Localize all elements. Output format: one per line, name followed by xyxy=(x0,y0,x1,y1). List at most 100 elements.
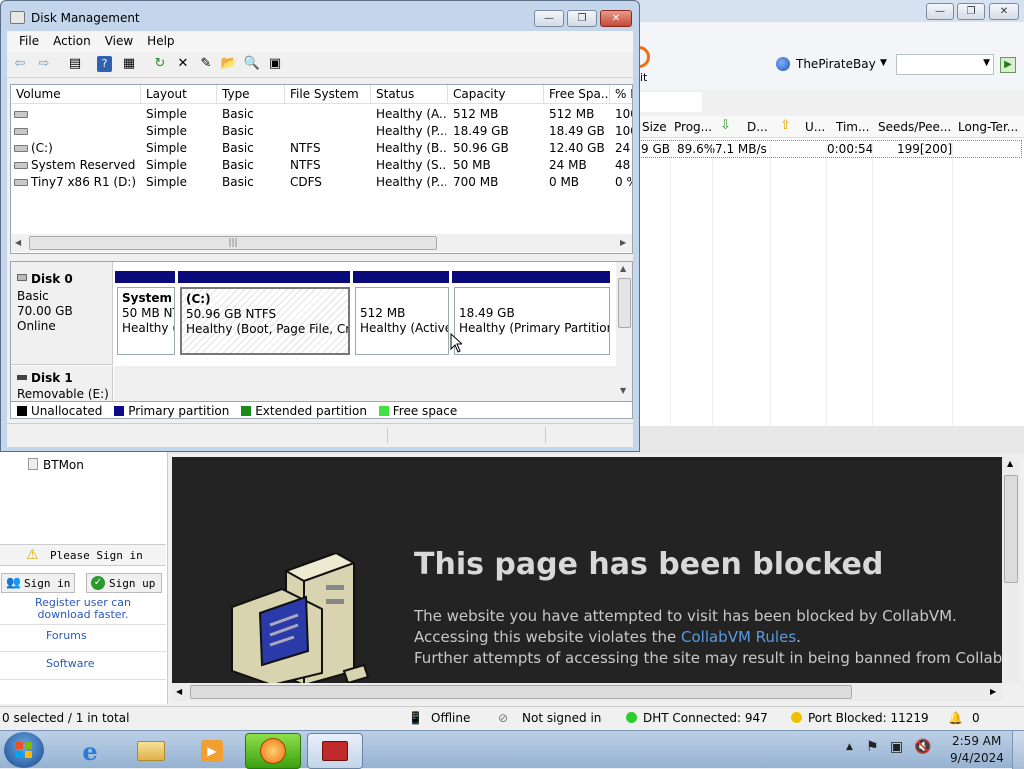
removable-disk-icon xyxy=(17,375,27,380)
forward-icon[interactable]: ⇨ xyxy=(35,55,53,73)
blocked-page-vscrollbar[interactable]: ▲ xyxy=(1002,457,1020,683)
menu-view[interactable]: View xyxy=(105,34,133,48)
volume-muted-icon[interactable]: 🔇 xyxy=(914,739,931,755)
scroll-down-icon[interactable]: ▼ xyxy=(620,386,626,395)
maximize-button[interactable]: ❐ xyxy=(567,10,597,27)
menu-help[interactable]: Help xyxy=(147,34,174,48)
clock-time[interactable]: 2:59 AM xyxy=(952,734,1001,748)
col-capacity[interactable]: Capacity xyxy=(448,85,544,103)
properties-pane-icon[interactable]: ▦ xyxy=(120,55,138,73)
bt-filter-field[interactable] xyxy=(636,92,702,112)
col-up[interactable]: U... xyxy=(805,120,825,134)
collabvm-rules-link[interactable]: CollabVM Rules xyxy=(681,628,796,646)
table-cell: Healthy (P... xyxy=(376,124,446,138)
col-seeds[interactable]: Seeds/Pee... xyxy=(878,120,951,134)
disk0-label-panel[interactable]: Disk 0 Basic 70.00 GB Online xyxy=(11,262,113,365)
bt-toolbar-it-label: it xyxy=(640,71,648,84)
scroll-thumb[interactable] xyxy=(618,278,631,328)
network-icon[interactable]: ▣ xyxy=(890,739,903,755)
scroll-left-icon[interactable]: ◀ xyxy=(15,238,21,247)
toolbar: ⇦ ⇨ ▤ ? ▦ ↻ ✕ ✎ 📂 🔍 ▣ xyxy=(7,52,633,78)
disk1-type: Removable (E:) xyxy=(17,387,109,401)
scroll-right-icon[interactable]: ▶ xyxy=(620,238,626,247)
col-layout[interactable]: Layout xyxy=(141,85,217,103)
disk0-state: Online xyxy=(17,319,56,333)
search-go-button[interactable]: ▶ xyxy=(1000,57,1016,73)
rescan-icon[interactable]: ▣ xyxy=(266,55,284,73)
table-row[interactable]: Simple Basic Healthy (P... 18.49 GB 18.49 GB… xyxy=(11,123,632,140)
scroll-up-icon[interactable]: ▲ xyxy=(620,264,626,273)
col-progress[interactable]: Prog... xyxy=(674,120,712,134)
taskbar-bittorrent-button[interactable] xyxy=(245,733,301,769)
volume-list-hscrollbar[interactable]: ◀ ||| ▶ xyxy=(11,234,632,252)
table-row[interactable]: Tiny7 x86 R1 (D:) Simple Basic CDFS Healthy … xyxy=(11,174,632,191)
legend-unallocated: Unallocated xyxy=(17,404,102,418)
refresh-icon[interactable]: ↻ xyxy=(151,55,169,73)
partition-system-reserved[interactable]: System I 50 MB NT Healthy ( xyxy=(117,287,175,355)
col-time[interactable]: Tim... xyxy=(836,120,869,134)
col-long-term[interactable]: Long-Ter... xyxy=(958,120,1018,134)
taskbar-media-player-button[interactable]: ▶ xyxy=(184,733,240,769)
table-row[interactable]: (C:) Simple Basic NTFS Healthy (B... 50.96 GB… xyxy=(11,140,632,157)
partition-512mb[interactable]: 512 MB Healthy (Active, xyxy=(355,287,449,355)
col-status[interactable]: Status xyxy=(371,85,448,103)
register-text[interactable]: Register user can download faster. xyxy=(8,597,158,621)
sidebar-item-btmon[interactable]: BTMon xyxy=(43,458,84,472)
scroll-thumb[interactable] xyxy=(190,685,852,699)
sign-up-button[interactable]: ✓ Sign up xyxy=(86,573,162,593)
search-engine-dropdown-icon[interactable]: ▼ xyxy=(880,58,887,68)
signin-status[interactable]: Not signed in xyxy=(522,707,601,729)
show-desktop-button[interactable] xyxy=(1012,731,1024,769)
blocked-page-hscrollbar[interactable]: ◀ ▶ xyxy=(172,683,1002,701)
torrent-list-header: Size Prog... ⇩ D... ⇧ U... Tim... Seeds/… xyxy=(636,116,1024,138)
scroll-thumb[interactable] xyxy=(1004,475,1018,583)
col-file-system[interactable]: File System xyxy=(285,85,371,103)
delete-icon[interactable]: ✕ xyxy=(174,55,192,73)
table-row[interactable]: Simple Basic Healthy (A... 512 MB 512 MB 100 xyxy=(11,106,632,123)
torrent-row[interactable]: 9 GB 89.6% 7.1 MB/s 0:00:54 199[200] xyxy=(636,140,1022,158)
col-size[interactable]: Size xyxy=(642,120,667,134)
col-volume[interactable]: Volume xyxy=(11,85,141,103)
console-tree-icon[interactable]: ▤ xyxy=(66,55,84,73)
taskbar-explorer-button[interactable] xyxy=(123,733,179,769)
partition-c-drive[interactable]: (C:) 50.96 GB NTFS Healthy (Boot, Page Fil… xyxy=(180,287,350,355)
scroll-right-icon[interactable]: ▶ xyxy=(990,687,996,696)
minimize-button[interactable]: — xyxy=(534,10,564,27)
explore-icon[interactable]: 🔍 xyxy=(243,55,261,73)
properties-icon[interactable]: ✎ xyxy=(197,55,215,73)
help-icon[interactable]: ? xyxy=(97,56,112,72)
bt-search-input[interactable]: ▼ xyxy=(896,54,994,75)
bt-close-button[interactable]: ✕ xyxy=(989,3,1019,20)
menu-file[interactable]: File xyxy=(19,34,39,48)
graphical-vscrollbar[interactable]: ▲ ▼ xyxy=(616,262,632,418)
forums-link[interactable]: Forums xyxy=(46,629,87,642)
software-link[interactable]: Software xyxy=(46,657,95,670)
clock-date[interactable]: 9/4/2024 xyxy=(950,751,1004,765)
scroll-thumb[interactable]: ||| xyxy=(29,236,437,250)
sign-in-button[interactable]: 👥 Sign in xyxy=(1,573,75,593)
table-row[interactable]: System Reserved Simple Basic NTFS Healthy (S… xyxy=(11,157,632,174)
scroll-up-icon[interactable]: ▲ xyxy=(1007,459,1013,468)
action-center-flag-icon[interactable]: ⚑ xyxy=(866,739,879,755)
taskbar-ie-button[interactable]: e xyxy=(62,733,118,769)
col-type[interactable]: Type xyxy=(217,85,285,103)
dht-status[interactable]: DHT Connected: 947 xyxy=(626,707,768,729)
col-percent-free[interactable]: % F xyxy=(610,85,632,103)
port-status[interactable]: Port Blocked: 11219 xyxy=(791,707,929,729)
bt-minimize-button[interactable]: — xyxy=(926,3,954,20)
search-engine-label[interactable]: ThePirateBay xyxy=(796,57,876,71)
disk1-name: Disk 1 xyxy=(31,371,73,385)
bt-maximize-button[interactable]: ❐ xyxy=(957,3,985,20)
show-hidden-icons[interactable]: ▲ xyxy=(846,742,853,752)
partition-18gb[interactable]: 18.49 GB Healthy (Primary Partition) xyxy=(454,287,610,355)
offline-status[interactable]: Offline xyxy=(431,707,470,729)
taskbar-disk-management-button[interactable] xyxy=(307,733,363,769)
scroll-left-icon[interactable]: ◀ xyxy=(176,687,182,696)
open-folder-icon[interactable]: 📂 xyxy=(220,55,238,73)
close-button[interactable]: ✕ xyxy=(600,10,632,27)
menu-action[interactable]: Action xyxy=(53,34,91,48)
back-icon[interactable]: ⇦ xyxy=(11,55,29,73)
start-button[interactable] xyxy=(4,732,44,768)
col-free-space[interactable]: Free Spa... xyxy=(544,85,610,103)
col-down[interactable]: D... xyxy=(747,120,768,134)
